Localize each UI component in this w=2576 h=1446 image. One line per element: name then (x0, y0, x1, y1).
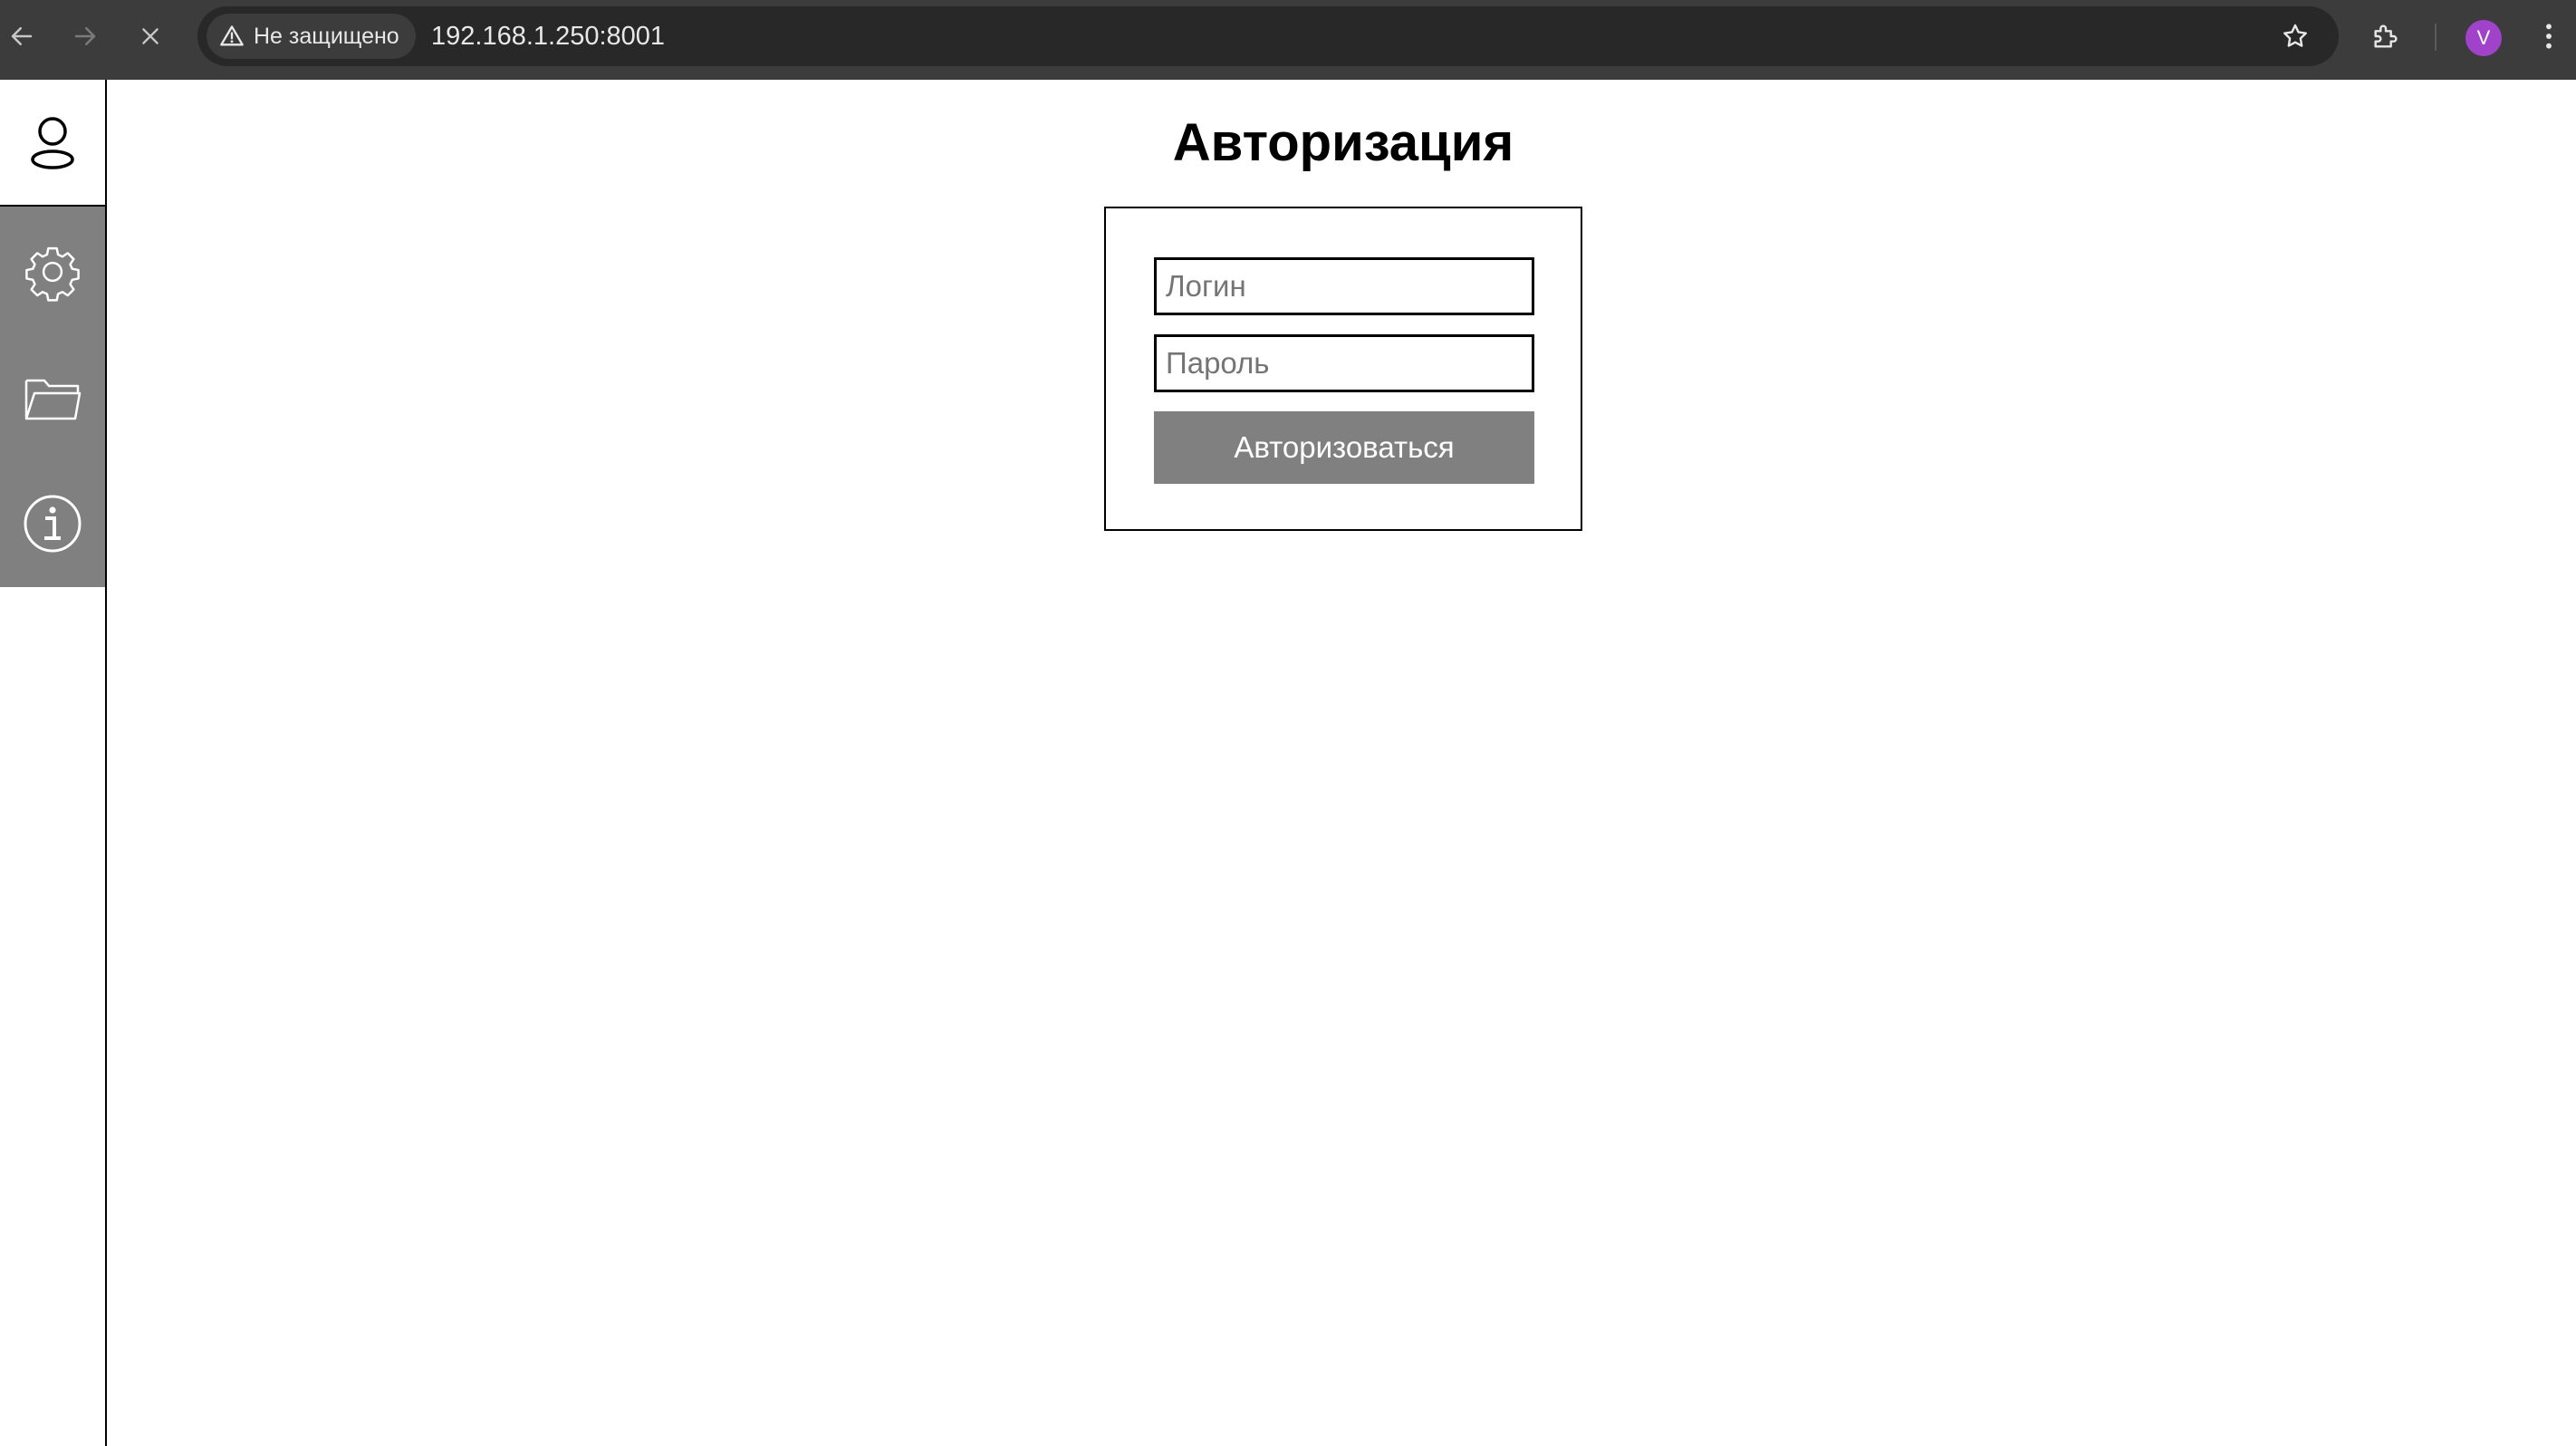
password-input[interactable] (1154, 334, 1534, 392)
info-icon (24, 495, 82, 553)
forward-button[interactable] (65, 16, 105, 56)
login-form: Авторизоваться (1104, 207, 1582, 531)
close-icon (142, 28, 159, 44)
extensions-button[interactable] (2366, 16, 2406, 56)
puzzle-icon (2374, 24, 2398, 48)
toolbar-separator (2435, 24, 2437, 51)
sidebar-item-settings[interactable] (0, 208, 105, 335)
url-text[interactable]: 192.168.1.250:8001 (431, 6, 665, 66)
warning-triangle-icon (219, 24, 245, 49)
sidebar (0, 80, 107, 1446)
folder-icon (24, 379, 82, 420)
sidebar-item-files[interactable] (0, 335, 105, 462)
profile-avatar[interactable]: V (2465, 20, 2502, 56)
bookmark-button[interactable] (2275, 16, 2315, 56)
login-button[interactable]: Авторизоваться (1154, 411, 1534, 484)
stop-loading-button[interactable] (130, 16, 170, 56)
sidebar-item-info[interactable] (0, 460, 105, 587)
back-button[interactable] (2, 16, 42, 56)
browser-toolbar: Не защищено 192.168.1.250:8001 V (0, 0, 2576, 80)
more-vert-icon (2546, 24, 2552, 49)
browser-menu-button[interactable] (2529, 16, 2569, 56)
page-title: Авторизация (1172, 113, 1514, 172)
arrow-left-icon (11, 27, 33, 45)
security-indicator[interactable]: Не защищено (207, 14, 416, 59)
sidebar-item-user[interactable] (0, 80, 105, 207)
address-bar[interactable]: Не защищено 192.168.1.250:8001 (197, 6, 2339, 66)
login-input[interactable] (1154, 257, 1534, 315)
arrow-right-icon (74, 27, 96, 45)
user-icon (31, 117, 74, 169)
gear-icon (25, 246, 80, 302)
security-label: Не защищено (254, 23, 399, 49)
star-icon (2283, 24, 2307, 47)
